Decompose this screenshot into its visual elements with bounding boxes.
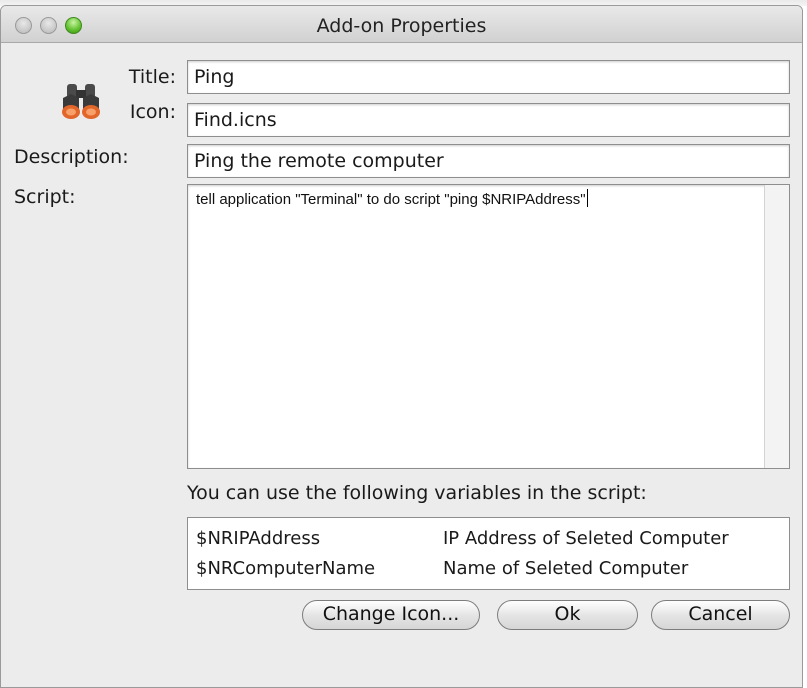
variables-list: $NRIPAddress IP Address of Seleted Compu… [187, 517, 790, 590]
description-field[interactable]: Ping the remote computer [187, 144, 790, 178]
variable-row: $NRIPAddress IP Address of Seleted Compu… [196, 528, 729, 549]
variable-description: IP Address of Seleted Computer [443, 528, 729, 549]
variable-description: Name of Seleted Computer [443, 558, 689, 579]
script-scrollbar[interactable] [764, 185, 789, 468]
variable-name: $NRIPAddress [196, 528, 321, 549]
cancel-button[interactable]: Cancel [651, 600, 790, 630]
binoculars-icon [62, 84, 100, 119]
script-text: tell application "Terminal" to do script… [196, 189, 757, 208]
add-on-properties-window: Add-on Properties Title: Ping Icon: Find… [0, 5, 803, 688]
variables-heading: You can use the following variables in t… [187, 482, 647, 504]
description-label: Description: [14, 146, 129, 168]
script-content: tell application "Terminal" to do script… [196, 191, 586, 208]
variable-name: $NRComputerName [196, 558, 376, 579]
icon-field[interactable]: Find.icns [187, 103, 790, 137]
script-label: Script: [14, 186, 76, 208]
icon-label: Icon: [129, 101, 176, 123]
text-cursor [586, 189, 588, 207]
title-field[interactable]: Ping [187, 60, 790, 94]
ok-button[interactable]: Ok [497, 600, 638, 630]
title-bar[interactable]: Add-on Properties [1, 6, 802, 43]
variable-row: $NRComputerName Name of Seleted Computer [196, 558, 688, 579]
script-textarea[interactable]: tell application "Terminal" to do script… [187, 184, 790, 469]
change-icon-button[interactable]: Change Icon... [302, 600, 480, 630]
window-title: Add-on Properties [316, 15, 487, 37]
title-label: Title: [128, 66, 176, 88]
